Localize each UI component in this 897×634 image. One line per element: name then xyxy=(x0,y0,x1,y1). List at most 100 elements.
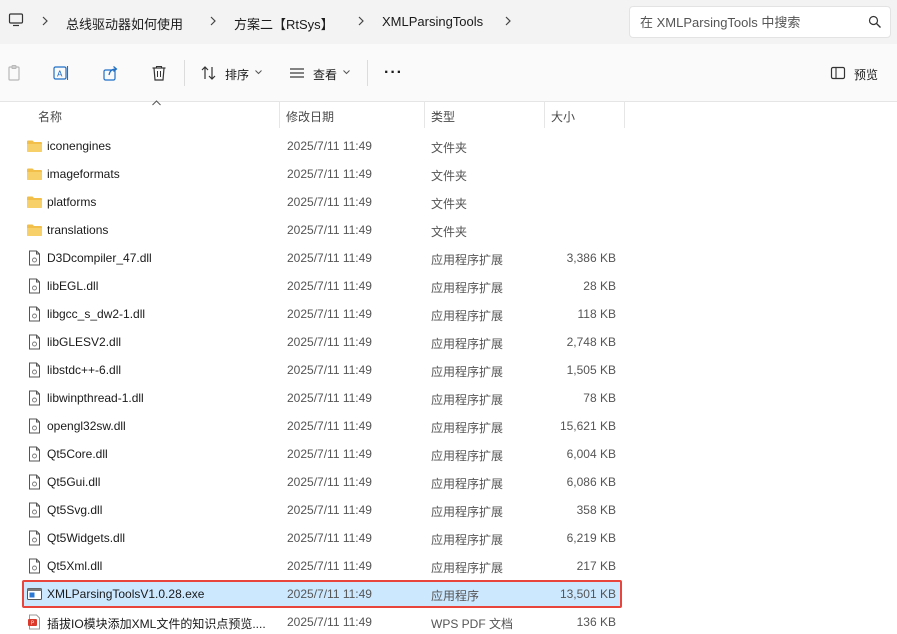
paste-icon[interactable] xyxy=(6,64,24,82)
file-row[interactable]: libstdc++-6.dll 2025/7/11 11:49 应用程序扩展 1,50… xyxy=(22,356,622,384)
breadcrumb-item-1[interactable]: 方案二【RtSys】 xyxy=(234,14,334,33)
column-type-label: 类型 xyxy=(431,110,456,124)
column-type[interactable]: 类型 xyxy=(425,101,545,128)
file-row[interactable]: Qt5Gui.dll 2025/7/11 11:49 应用程序扩展 6,086 KB xyxy=(22,468,622,496)
file-name: libwinpthread-1.dll xyxy=(47,391,144,405)
delete-icon[interactable] xyxy=(150,64,168,82)
chevron-right-icon[interactable] xyxy=(40,14,50,28)
file-row[interactable]: iconengines 2025/7/11 11:49 文件夹 xyxy=(22,132,622,160)
file-row[interactable]: D3Dcompiler_47.dll 2025/7/11 11:49 应用程序扩展 3… xyxy=(22,244,622,272)
more-options-button[interactable]: ··· xyxy=(384,64,403,82)
dll-file-icon xyxy=(26,250,43,266)
file-row[interactable]: P 插拔IO模块添加XML文件的知识点预览.... 2025/7/11 11:49 W… xyxy=(22,608,622,634)
file-size: 6,219 KB xyxy=(566,531,616,545)
search-box[interactable] xyxy=(629,6,891,38)
file-row[interactable]: libgcc_s_dw2-1.dll 2025/7/11 11:49 应用程序扩展 1… xyxy=(22,300,622,328)
folder-icon xyxy=(26,222,43,238)
chevron-down-icon[interactable] xyxy=(255,69,262,75)
file-size: 6,004 KB xyxy=(566,447,616,461)
file-date: 2025/7/11 11:49 xyxy=(287,391,372,405)
column-size-label: 大小 xyxy=(551,110,576,124)
folder-icon xyxy=(26,138,43,154)
chevron-down-icon[interactable] xyxy=(343,69,350,75)
column-name[interactable]: 名称 xyxy=(32,101,280,128)
file-type: 应用程序扩展 xyxy=(431,365,504,379)
file-name: imageformats xyxy=(47,167,120,181)
file-date: 2025/7/11 11:49 xyxy=(287,475,372,489)
file-date: 2025/7/11 11:49 xyxy=(287,447,372,461)
file-date: 2025/7/11 11:49 xyxy=(287,307,372,321)
file-type: 应用程序扩展 xyxy=(431,253,504,267)
file-row[interactable]: Qt5Widgets.dll 2025/7/11 11:49 应用程序扩展 6,219… xyxy=(22,524,622,552)
file-row[interactable]: imageformats 2025/7/11 11:49 文件夹 xyxy=(22,160,622,188)
file-row[interactable]: libGLESV2.dll 2025/7/11 11:49 应用程序扩展 2,748 … xyxy=(22,328,622,356)
file-type: WPS PDF 文档 xyxy=(431,617,514,631)
file-type: 应用程序扩展 xyxy=(431,393,504,407)
file-name: Qt5Widgets.dll xyxy=(47,531,126,545)
breadcrumb-item-2[interactable]: XMLParsingTools xyxy=(382,14,483,29)
file-date: 2025/7/11 11:49 xyxy=(287,503,372,517)
file-type: 应用程序扩展 xyxy=(431,281,504,295)
column-date[interactable]: 修改日期 xyxy=(280,101,425,128)
pdf-file-icon: P xyxy=(26,614,43,630)
preview-pane-icon[interactable] xyxy=(830,65,846,81)
file-row[interactable]: Qt5Core.dll 2025/7/11 11:49 应用程序扩展 6,004 KB xyxy=(22,440,622,468)
folder-icon xyxy=(26,194,43,210)
command-bar: A 排序 查看 ··· 预览 xyxy=(0,44,897,102)
file-date: 2025/7/11 11:49 xyxy=(287,363,372,377)
file-name: Qt5Core.dll xyxy=(47,447,108,461)
file-name: iconengines xyxy=(47,139,112,153)
dll-file-icon xyxy=(26,530,43,546)
file-date: 2025/7/11 11:49 xyxy=(287,531,372,545)
dll-file-icon xyxy=(26,446,43,462)
toolbar-divider xyxy=(184,60,185,86)
file-name: libGLESV2.dll xyxy=(47,335,122,349)
dll-file-icon xyxy=(26,418,43,434)
file-type: 文件夹 xyxy=(431,225,468,239)
breadcrumb-item-0[interactable]: 总线驱动器如何使用 xyxy=(66,14,183,33)
file-row[interactable]: libEGL.dll 2025/7/11 11:49 应用程序扩展 28 KB xyxy=(22,272,622,300)
view-icon[interactable] xyxy=(288,64,306,82)
dll-file-icon xyxy=(26,390,43,406)
file-size: 136 KB xyxy=(576,615,616,629)
file-name: libEGL.dll xyxy=(47,279,99,293)
file-type: 应用程序扩展 xyxy=(431,421,504,435)
dll-file-icon xyxy=(26,474,43,490)
file-row[interactable]: Qt5Xml.dll 2025/7/11 11:49 应用程序扩展 217 KB xyxy=(22,552,622,580)
file-type: 应用程序扩展 xyxy=(431,309,504,323)
computer-icon[interactable] xyxy=(8,12,24,28)
file-row[interactable]: Qt5Svg.dll 2025/7/11 11:49 应用程序扩展 358 KB xyxy=(22,496,622,524)
file-date: 2025/7/11 11:49 xyxy=(287,223,372,237)
file-row[interactable]: platforms 2025/7/11 11:49 文件夹 xyxy=(22,188,622,216)
dll-file-icon xyxy=(26,306,43,322)
svg-text:A: A xyxy=(57,70,63,79)
rename-icon[interactable]: A xyxy=(52,64,70,82)
sort-icon[interactable] xyxy=(200,64,218,82)
file-type: 文件夹 xyxy=(431,141,468,155)
file-date: 2025/7/11 11:49 xyxy=(287,279,372,293)
chevron-right-icon[interactable] xyxy=(356,14,366,28)
view-button[interactable]: 查看 xyxy=(313,66,337,83)
chevron-right-icon[interactable] xyxy=(503,14,513,28)
column-date-label: 修改日期 xyxy=(286,110,335,124)
sort-button[interactable]: 排序 xyxy=(225,66,249,83)
file-type: 应用程序扩展 xyxy=(431,505,504,519)
file-type: 应用程序扩展 xyxy=(431,561,504,575)
file-row[interactable]: translations 2025/7/11 11:49 文件夹 xyxy=(22,216,622,244)
file-row[interactable]: opengl32sw.dll 2025/7/11 11:49 应用程序扩展 15,62… xyxy=(22,412,622,440)
file-date: 2025/7/11 11:49 xyxy=(287,139,372,153)
search-input[interactable] xyxy=(640,13,860,31)
file-size: 6,086 KB xyxy=(566,475,616,489)
chevron-right-icon[interactable] xyxy=(208,14,218,28)
preview-button[interactable]: 预览 xyxy=(854,66,878,83)
dll-file-icon xyxy=(26,278,43,294)
file-row[interactable]: libwinpthread-1.dll 2025/7/11 11:49 应用程序扩展… xyxy=(22,384,622,412)
file-name: Qt5Xml.dll xyxy=(47,559,103,573)
column-size[interactable]: 大小 xyxy=(545,101,625,128)
share-icon[interactable] xyxy=(102,64,120,82)
file-row[interactable]: XMLParsingToolsV1.0.28.exe 2025/7/11 11:4… xyxy=(22,580,622,608)
file-type: 应用程序 xyxy=(431,589,480,603)
search-icon[interactable] xyxy=(868,15,882,29)
file-date: 2025/7/11 11:49 xyxy=(287,335,372,349)
file-size: 3,386 KB xyxy=(566,251,616,265)
